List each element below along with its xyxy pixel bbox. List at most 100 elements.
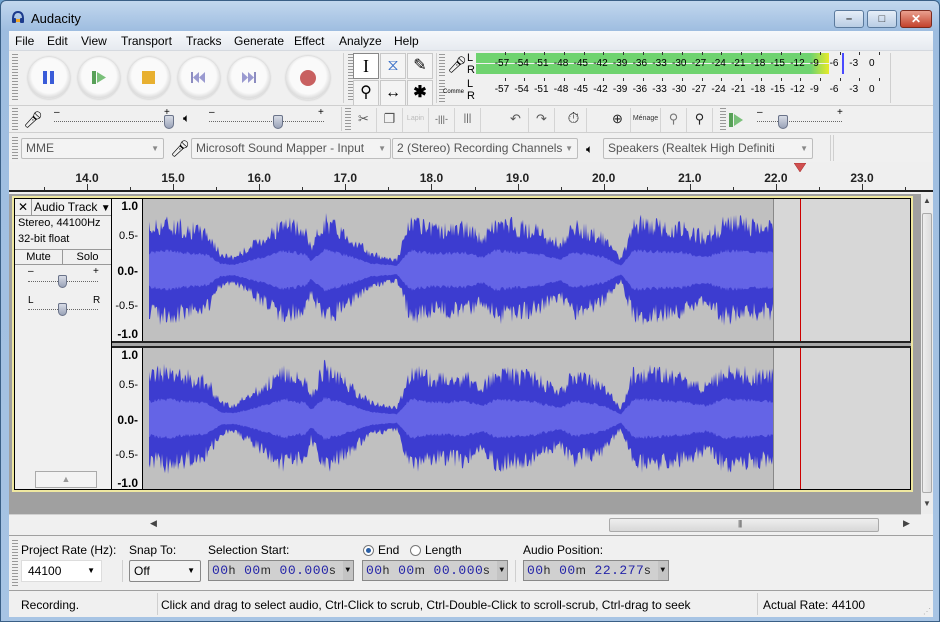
sync-lock-button[interactable]: ⏱ bbox=[561, 108, 587, 132]
mute-button[interactable]: Mute bbox=[15, 250, 63, 264]
silence-button[interactable]: ||| bbox=[455, 108, 481, 132]
menu-tracks[interactable]: Tracks bbox=[186, 34, 222, 48]
vertical-ruler-left[interactable]: 1.0 0.5- 0.0- -0.5- -1.0 bbox=[112, 199, 142, 341]
copy-button[interactable]: ❐ bbox=[377, 108, 403, 132]
meter-scale-tick bbox=[544, 52, 546, 55]
zoom-tool-button[interactable]: ⚲ bbox=[353, 80, 379, 106]
title-bar[interactable]: Audacity – □ ✕ bbox=[1, 1, 939, 31]
collapse-track-button[interactable]: ▲ bbox=[35, 471, 97, 488]
length-radio[interactable] bbox=[410, 545, 421, 556]
audio-position-time[interactable]: 00h 00m 22.277s ▼ bbox=[523, 560, 669, 581]
record-meter-mic-icon[interactable]: 🎤︎ bbox=[447, 55, 467, 75]
end-radio[interactable] bbox=[363, 545, 374, 556]
selection-start-time[interactable]: 00h 00m 00.000s ▼ bbox=[208, 560, 354, 581]
selection-end-time[interactable]: 00h 00m 00.000s ▼ bbox=[362, 560, 508, 581]
record-meter[interactable]: -57 -54 -51 -48 -45 -42 -39 -36 -33 -30 -27 -24 -21-… bbox=[476, 52, 886, 76]
selection-tool-button[interactable]: I bbox=[353, 53, 379, 79]
play-button[interactable] bbox=[78, 57, 120, 99]
input-channels-select[interactable]: 2 (Stereo) Recording Channels ▼ bbox=[392, 138, 578, 159]
redo-button[interactable]: ↷ bbox=[529, 108, 555, 132]
format-menu-icon[interactable]: ▼ bbox=[658, 561, 668, 580]
zoom-in-button[interactable]: ⊕ bbox=[605, 108, 631, 132]
record-button[interactable] bbox=[286, 56, 330, 100]
undo-button[interactable]: ↶ bbox=[503, 108, 529, 132]
input-volume-slider[interactable] bbox=[54, 121, 169, 122]
skip-to-start-button[interactable] bbox=[178, 57, 220, 99]
resize-grip-icon[interactable]: ⋰ bbox=[923, 607, 931, 616]
output-device-value: Speakers (Realtek High Definiti bbox=[608, 141, 775, 155]
scroll-up-icon[interactable]: ▲ bbox=[923, 196, 931, 205]
cut-button[interactable]: ✂ bbox=[351, 108, 377, 132]
horizontal-scrollbar[interactable]: ◀ ||| ▶ bbox=[9, 514, 921, 534]
play-at-speed-grip[interactable] bbox=[720, 108, 726, 130]
length-radio-label[interactable]: Length bbox=[425, 543, 462, 557]
end-radio-label[interactable]: End bbox=[378, 543, 399, 557]
output-device-select[interactable]: Speakers (Realtek High Definiti ▼ bbox=[603, 138, 813, 159]
channel-separator[interactable] bbox=[112, 341, 911, 348]
maximize-button[interactable]: □ bbox=[867, 10, 897, 28]
transport-toolbar-grip[interactable] bbox=[12, 54, 18, 102]
menu-file[interactable]: File bbox=[15, 34, 34, 48]
zoom-out-button[interactable]: Ménage bbox=[631, 108, 661, 132]
format-menu-icon[interactable]: ▼ bbox=[343, 561, 353, 580]
gain-slider-thumb[interactable] bbox=[58, 275, 67, 288]
waveform-left-channel[interactable] bbox=[143, 199, 910, 341]
trim-button[interactable]: -|||- bbox=[429, 108, 455, 132]
menu-analyze[interactable]: Analyze bbox=[339, 34, 382, 48]
minimize-button[interactable]: – bbox=[834, 10, 864, 28]
stop-button[interactable] bbox=[128, 57, 170, 99]
selection-toolbar-grip[interactable] bbox=[12, 540, 18, 586]
menu-effect[interactable]: Effect bbox=[294, 34, 324, 48]
output-volume-plus: + bbox=[318, 107, 324, 118]
device-toolbar-grip[interactable] bbox=[12, 137, 18, 159]
fit-selection-button[interactable]: ⚲ bbox=[661, 108, 687, 132]
toolbar-separator bbox=[341, 107, 342, 131]
pause-button[interactable] bbox=[28, 57, 70, 99]
envelope-tool-button[interactable]: ⧖ bbox=[380, 53, 406, 79]
project-rate-select[interactable]: 44100 ▼ bbox=[21, 560, 102, 582]
record-meter-grip[interactable] bbox=[439, 54, 445, 76]
fit-project-button[interactable]: ⚲ bbox=[687, 108, 713, 132]
scroll-right-icon[interactable]: ▶ bbox=[903, 518, 910, 529]
play-speed-thumb[interactable] bbox=[777, 115, 788, 129]
menu-transport[interactable]: Transport bbox=[121, 34, 172, 48]
vertical-scrollbar[interactable]: ▲ ▼ bbox=[921, 194, 933, 514]
playback-meter[interactable]: -57 -54 -51 -48 -45 -42 -39 -36 -33 -30 -27 -24 -21-… bbox=[476, 78, 886, 102]
snap-to-select[interactable]: Off ▼ bbox=[129, 560, 201, 582]
solo-button[interactable]: Solo bbox=[64, 250, 111, 264]
input-device-select[interactable]: Microsoft Sound Mapper - Input ▼ bbox=[191, 138, 391, 159]
mixer-toolbar-grip[interactable] bbox=[12, 108, 18, 130]
menu-generate[interactable]: Generate bbox=[234, 34, 284, 48]
unrecorded-region bbox=[773, 348, 910, 489]
output-volume-slider[interactable] bbox=[209, 121, 324, 122]
timeline-ruler[interactable]: 14.0 15.0 16.0 17.0 18.0 19.0 20.0 21.0 22.0 23.0 bbox=[9, 162, 933, 192]
menu-help[interactable]: Help bbox=[394, 34, 419, 48]
playback-meter-label[interactable]: Comme bbox=[443, 89, 464, 95]
timeline-major-tick bbox=[345, 184, 347, 190]
vertical-scroll-thumb[interactable] bbox=[922, 213, 932, 493]
scroll-left-icon[interactable]: ◀ bbox=[150, 518, 157, 529]
close-button[interactable]: ✕ bbox=[900, 10, 932, 28]
vertical-ruler-right[interactable]: 1.0 0.5- 0.0- -0.5- -1.0 bbox=[112, 348, 142, 490]
multi-tool-button[interactable]: ✱ bbox=[407, 80, 433, 106]
playhead-marker-icon[interactable] bbox=[793, 163, 806, 173]
menu-edit[interactable]: Edit bbox=[47, 34, 68, 48]
paste-button[interactable]: Lapin bbox=[403, 108, 429, 132]
play-speed-slider[interactable] bbox=[757, 121, 842, 122]
scroll-down-icon[interactable]: ▼ bbox=[923, 499, 931, 508]
skip-to-end-button[interactable] bbox=[228, 57, 270, 99]
horizontal-scroll-thumb[interactable]: ||| bbox=[609, 518, 879, 532]
play-at-speed-icon[interactable] bbox=[728, 112, 744, 128]
audio-host-select[interactable]: MME ▼ bbox=[21, 138, 164, 159]
track-close-button[interactable]: ✕ bbox=[15, 199, 32, 215]
pan-slider-thumb[interactable] bbox=[58, 303, 67, 316]
waveform-right-channel[interactable] bbox=[143, 348, 910, 489]
menu-view[interactable]: View bbox=[81, 34, 107, 48]
input-volume-thumb[interactable] bbox=[164, 115, 174, 129]
time-shift-tool-button[interactable]: ↔ bbox=[380, 80, 406, 106]
vruler-label: -0.5- bbox=[115, 449, 138, 461]
format-menu-icon[interactable]: ▼ bbox=[497, 561, 507, 580]
draw-tool-button[interactable]: ✎ bbox=[407, 53, 433, 79]
track-name-menu[interactable]: Audio Track ▼ bbox=[34, 200, 111, 214]
output-volume-thumb[interactable] bbox=[273, 115, 283, 129]
